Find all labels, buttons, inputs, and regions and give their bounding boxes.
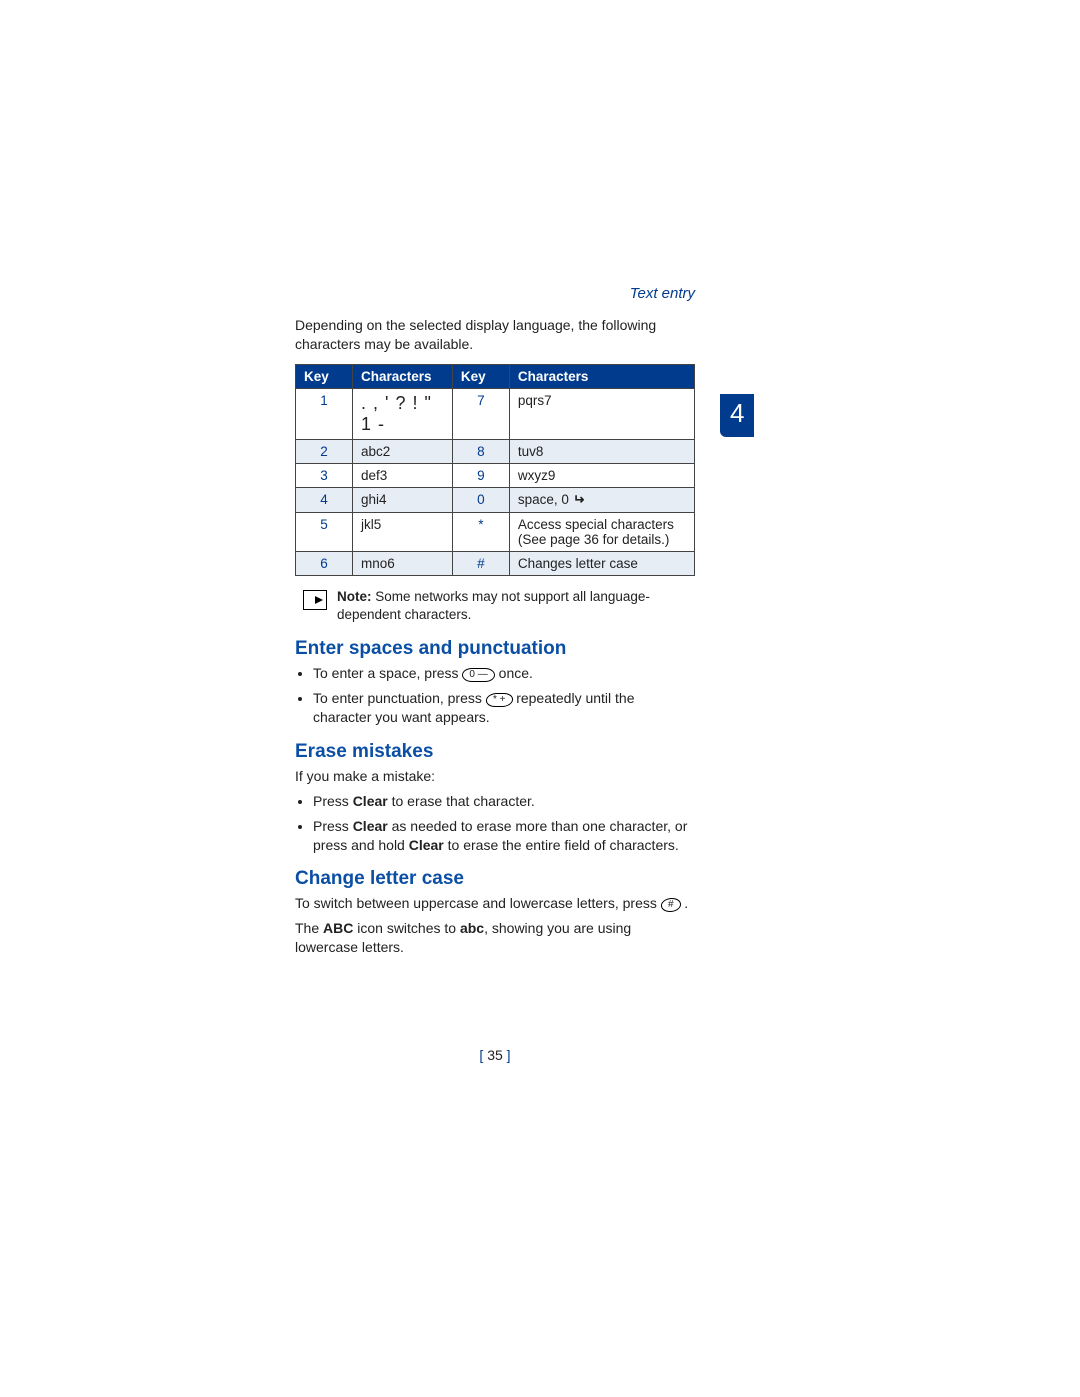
key-hash-icon: # <box>660 898 682 912</box>
chars-cell: Changes letter case <box>509 551 694 575</box>
key-cell: 9 <box>452 463 509 487</box>
chars-cell: . , ' ? ! " 1 - <box>353 388 453 439</box>
table-row: 5jkl5*Access special characters (See pag… <box>296 512 695 551</box>
key-cell: 4 <box>296 487 353 512</box>
erase-lead: If you make a mistake: <box>295 767 695 786</box>
chapter-tab: 4 <box>720 394 754 437</box>
th-chars-left: Characters <box>353 364 453 388</box>
th-key-right: Key <box>452 364 509 388</box>
note-icon <box>303 590 327 610</box>
heading-enter-spaces: Enter spaces and punctuation <box>295 638 695 660</box>
table-row: 4ghi40space, 0 ↵ <box>296 487 695 512</box>
chars-cell: space, 0 ↵ <box>509 487 694 512</box>
table-row: 3def39wxyz9 <box>296 463 695 487</box>
list-item: Press Clear as needed to erase more than… <box>313 817 695 855</box>
note-text: Note: Some networks may not support all … <box>337 588 695 624</box>
chars-cell: mno6 <box>353 551 453 575</box>
chars-cell: abc2 <box>353 439 453 463</box>
page-content: Text entry Depending on the selected dis… <box>295 285 695 963</box>
key-cell: 2 <box>296 439 353 463</box>
key-cell: 8 <box>452 439 509 463</box>
chars-cell: def3 <box>353 463 453 487</box>
key-cell: 5 <box>296 512 353 551</box>
chars-cell: Access special characters (See page 36 f… <box>509 512 694 551</box>
key-0-icon: 0 — <box>462 668 494 682</box>
key-cell: 3 <box>296 463 353 487</box>
list-enter-spaces: To enter a space, press 0 — once. To ent… <box>313 664 695 727</box>
list-item: Press Clear to erase that character. <box>313 792 695 811</box>
chars-cell: ghi4 <box>353 487 453 512</box>
key-cell: 7 <box>452 388 509 439</box>
chars-cell: jkl5 <box>353 512 453 551</box>
key-cell: * <box>452 512 509 551</box>
table-row: 1. , ' ? ! " 1 -7pqrs7 <box>296 388 695 439</box>
key-cell: 6 <box>296 551 353 575</box>
change-case-p1: To switch between uppercase and lowercas… <box>295 894 695 913</box>
chars-cell: pqrs7 <box>509 388 694 439</box>
change-case-p2: The ABC icon switches to abc, showing yo… <box>295 919 695 957</box>
key-star-icon: * + <box>485 693 513 707</box>
page-number: [ 35 ] <box>295 1047 695 1063</box>
key-cell: 0 <box>452 487 509 512</box>
list-item: To enter punctuation, press * + repeated… <box>313 689 695 727</box>
table-row: 6mno6#Changes letter case <box>296 551 695 575</box>
heading-change-case: Change letter case <box>295 868 695 890</box>
enter-icon: ↵ <box>573 492 584 508</box>
heading-erase-mistakes: Erase mistakes <box>295 741 695 763</box>
intro-text: Depending on the selected display langua… <box>295 316 695 354</box>
chars-cell: wxyz9 <box>509 463 694 487</box>
chars-cell: tuv8 <box>509 439 694 463</box>
key-cell: # <box>452 551 509 575</box>
key-characters-table: Key Characters Key Characters 1. , ' ? !… <box>295 364 695 576</box>
th-chars-right: Characters <box>509 364 694 388</box>
note-block: Note: Some networks may not support all … <box>303 588 695 624</box>
th-key-left: Key <box>296 364 353 388</box>
key-cell: 1 <box>296 388 353 439</box>
list-item: To enter a space, press 0 — once. <box>313 664 695 683</box>
list-erase: Press Clear to erase that character. Pre… <box>313 792 695 855</box>
running-head: Text entry <box>295 285 695 302</box>
table-row: 2abc28tuv8 <box>296 439 695 463</box>
